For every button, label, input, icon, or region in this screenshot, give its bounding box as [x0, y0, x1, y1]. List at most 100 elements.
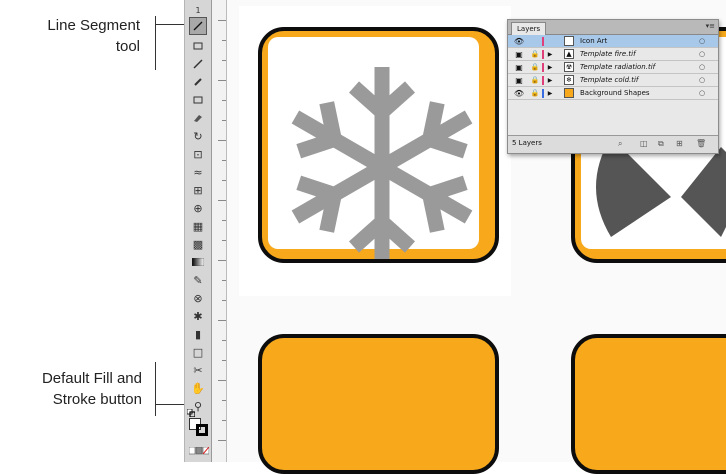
layer-row-cold[interactable]: ▣ 🔒 ▶ ❄ Template cold.tif ○ — [508, 74, 718, 87]
lock-icon[interactable]: 🔒 — [530, 74, 540, 87]
shape-builder-icon: ⊕ — [193, 201, 203, 215]
expand-triangle-icon[interactable]: ▶ — [546, 61, 554, 74]
expand-triangle-icon[interactable]: ▶ — [546, 48, 554, 61]
symbol-sprayer-tool[interactable]: ✱ — [189, 307, 207, 325]
template-visibility-icon[interactable]: ▣ — [513, 48, 525, 61]
layers-panel: Layers ▾≡ 👁 Icon Art ○ ▣ 🔒 ▶ ▲ Template … — [507, 19, 719, 154]
warp-tool[interactable]: ≈ — [189, 163, 207, 181]
perspective-grid-tool[interactable]: ▦ — [189, 217, 207, 235]
column-graph-tool[interactable]: ▮ — [189, 325, 207, 343]
target-circle-icon[interactable]: ○ — [698, 48, 706, 61]
line-segment-tool[interactable] — [189, 17, 207, 35]
rectangle-tool[interactable] — [189, 37, 207, 55]
perspective-grid-icon: ▦ — [192, 219, 204, 233]
template-visibility-icon[interactable]: ▣ — [513, 74, 525, 87]
layer-name[interactable]: Template fire.tif — [580, 48, 636, 61]
fire-icon-tile[interactable] — [258, 334, 499, 474]
eraser-icon — [194, 115, 202, 122]
cold-icon-tile[interactable] — [258, 27, 499, 263]
target-circle-icon[interactable]: ○ — [698, 61, 706, 74]
rectangle-icon — [193, 42, 203, 50]
visibility-eye-icon[interactable]: 👁 — [513, 87, 525, 100]
callout-default-fill-text-2: Stroke button — [52, 391, 142, 408]
artboard-tool[interactable]: □ — [189, 343, 207, 361]
free-transform-icon: ⊞ — [193, 183, 203, 197]
layer-name[interactable]: Template cold.tif — [580, 74, 638, 87]
callout-line-segment-text-2: tool — [115, 38, 140, 55]
blend-icon: ⊗ — [193, 291, 203, 305]
panel-menu-icon[interactable]: ▾≡ — [706, 22, 715, 30]
layer-name[interactable]: Background Shapes — [580, 87, 650, 100]
default-fill-callout: Default Fill and Stroke button — [0, 368, 142, 410]
vertical-ruler — [212, 0, 227, 462]
layer-row-icon-art[interactable]: 👁 Icon Art ○ — [508, 35, 718, 48]
background-shape-tile[interactable] — [571, 334, 726, 474]
layer-color-bar — [542, 50, 544, 59]
gradient-icon — [192, 258, 204, 266]
hand-icon: ✋ — [191, 381, 205, 395]
pencil-tool[interactable] — [189, 73, 207, 91]
scale-tool[interactable]: ⊡ — [189, 145, 207, 163]
lock-icon[interactable]: 🔒 — [530, 61, 540, 74]
layer-row-fire[interactable]: ▣ 🔒 ▶ ▲ Template fire.tif ○ — [508, 48, 718, 61]
eraser-tool[interactable] — [189, 109, 207, 127]
layer-row-radiation[interactable]: ▣ 🔒 ▶ ☢ Template radiation.tif ○ — [508, 61, 718, 74]
stroke-swatch[interactable] — [196, 424, 208, 436]
warp-icon: ≈ — [193, 165, 203, 179]
slice-tool[interactable]: ✂ — [189, 361, 207, 379]
mesh-icon: ▩ — [192, 237, 204, 251]
layer-name[interactable]: Icon Art — [580, 35, 607, 48]
callout-default-fill-text-1: Default Fill and — [41, 370, 142, 387]
paintbrush-icon — [193, 59, 203, 69]
delete-layer-icon[interactable]: 🗑 — [696, 139, 706, 148]
scale-icon: ⊡ — [193, 147, 203, 161]
tools-panel: 1 ↻ ⊡ ≈ ⊞ ⊕ ▦ ▩ ✎ ⊗ ✱ ▮ □ ✂ ✋ ⚲ — [184, 0, 212, 462]
symbol-sprayer-icon: ✱ — [193, 309, 203, 323]
layer-color-bar — [542, 37, 544, 46]
layer-thumbnail — [564, 88, 574, 98]
rotate-tool[interactable]: ↻ — [189, 127, 207, 145]
mesh-tool[interactable]: ▩ — [189, 235, 207, 253]
color-mode-buttons[interactable] — [188, 442, 210, 455]
layer-row-background-shapes[interactable]: 👁 🔒 ▶ Background Shapes ○ — [508, 87, 718, 100]
artboard-icon: □ — [192, 345, 204, 359]
blob-brush-tool[interactable] — [189, 91, 207, 109]
layer-color-bar — [542, 89, 544, 98]
blend-tool[interactable]: ⊗ — [189, 289, 207, 307]
visibility-eye-icon[interactable]: 👁 — [513, 35, 525, 48]
default-fill-stroke-icon — [186, 408, 196, 418]
template-visibility-icon[interactable]: ▣ — [513, 61, 525, 74]
shape-builder-tool[interactable]: ⊕ — [189, 199, 207, 217]
create-new-layer-icon[interactable]: ⊞ — [676, 139, 683, 148]
hand-tool[interactable]: ✋ — [189, 379, 207, 397]
target-circle-icon[interactable]: ○ — [698, 35, 706, 48]
target-circle-icon[interactable]: ○ — [698, 87, 706, 100]
lock-icon[interactable]: 🔒 — [530, 87, 540, 100]
layer-thumbnail: ▲ — [564, 49, 574, 59]
layers-tab-bar: Layers ▾≡ — [508, 20, 718, 35]
layer-name[interactable]: Template radiation.tif — [580, 61, 655, 74]
default-fill-stroke-button[interactable] — [186, 404, 196, 418]
layer-thumbnail: ☢ — [564, 62, 574, 72]
eyedropper-icon: ✎ — [193, 273, 203, 287]
zoom-icon: ⚲ — [193, 399, 203, 413]
locate-object-icon[interactable]: ⌕ — [618, 139, 622, 149]
rotate-icon: ↻ — [193, 129, 203, 143]
target-circle-icon[interactable]: ○ — [698, 74, 706, 87]
expand-triangle-icon[interactable]: ▶ — [546, 74, 554, 87]
eyedropper-tool[interactable]: ✎ — [189, 271, 207, 289]
layer-count: 5 Layers — [512, 139, 542, 147]
make-clipping-mask-icon[interactable]: ◫ — [640, 139, 648, 148]
free-transform-tool[interactable]: ⊞ — [189, 181, 207, 199]
layer-thumbnail — [564, 36, 574, 46]
gradient-tool[interactable] — [189, 253, 207, 271]
layer-thumbnail: ❄ — [564, 75, 574, 85]
layers-tab[interactable]: Layers — [511, 22, 547, 35]
expand-triangle-icon[interactable]: ▶ — [546, 87, 554, 100]
paintbrush-tool[interactable] — [189, 55, 207, 73]
create-sublayer-icon[interactable]: ⧉ — [658, 139, 664, 149]
none-swatch-icon — [188, 446, 210, 455]
ruler-label: 1 — [195, 5, 201, 15]
snowflake-icon — [291, 67, 473, 259]
lock-icon[interactable]: 🔒 — [530, 48, 540, 61]
